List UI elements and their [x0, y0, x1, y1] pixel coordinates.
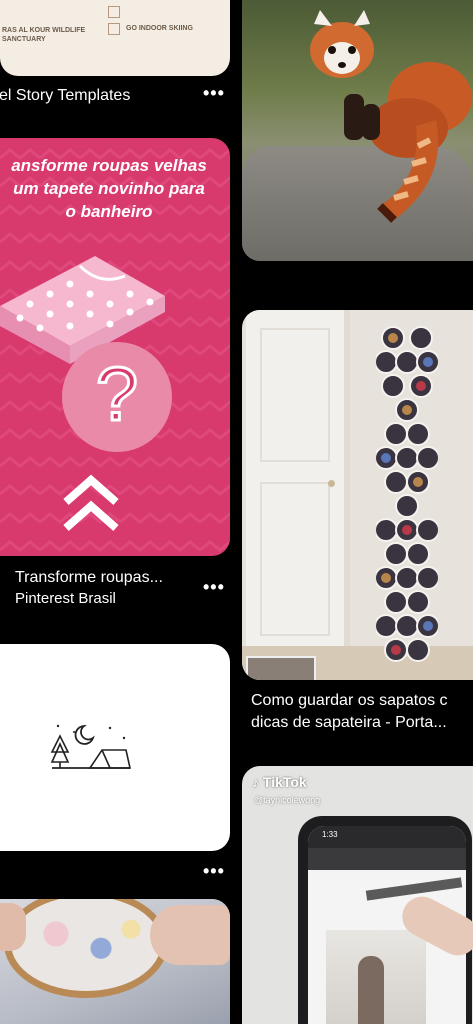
more-options-button[interactable]: ••• [203, 84, 225, 102]
phone-time: 1:33 [322, 830, 338, 839]
door-knob [328, 480, 335, 487]
pin-title[interactable]: Transforme roupas... [15, 567, 195, 588]
checkbox [108, 6, 120, 18]
pin-source[interactable]: Pinterest Brasil [15, 589, 116, 609]
door-panel [260, 328, 330, 462]
pin-red-panda[interactable] [242, 0, 473, 261]
checklist-text: RAS AL KOUR WILDLIFE SANCTUARY [2, 27, 86, 43]
tiktok-handle: @taynicolewong [254, 795, 321, 805]
hand [150, 905, 230, 965]
red-panda-photo [310, 10, 472, 223]
pin-title[interactable]: Como guardar os sapatos c dicas de sapat… [251, 690, 473, 734]
question-circle: ? [62, 342, 172, 452]
double-chevron-up-icon [63, 474, 119, 532]
checkbox [108, 23, 120, 35]
pin-tiktok-video[interactable]: ♪ TikTok @taynicolewong 1:33 [242, 766, 473, 1024]
shoe-organizer-photo [376, 326, 438, 662]
hand [0, 903, 26, 951]
tiktok-watermark: ♪ TikTok [252, 774, 307, 790]
checklist-item: GO INDOOR SKIING [126, 25, 193, 32]
pin-title[interactable]: el Story Templates [0, 85, 199, 106]
tiktok-icon: ♪ [252, 774, 259, 790]
pin-transforme-roupas[interactable]: ansforme roupas velhas um tapete novinho… [0, 138, 230, 556]
pin-embroidery-photo[interactable] [0, 899, 230, 1024]
rug [246, 656, 316, 680]
question-mark: ? [94, 351, 139, 439]
phone-app-bar [308, 848, 466, 870]
person [358, 956, 384, 1024]
pin-story-templates[interactable]: RAS AL KOUR WILDLIFE SANCTUARY GO INDOOR… [0, 0, 230, 76]
camping-night-icon [50, 724, 131, 769]
pin-shoe-organizer[interactable] [242, 310, 473, 680]
more-options-button[interactable]: ••• [203, 862, 225, 880]
pin-camping-icon[interactable] [0, 644, 230, 851]
more-options-button[interactable]: ••• [203, 578, 225, 596]
pin-overlay-text: ansforme roupas velhas um tapete novinho… [11, 156, 207, 221]
door-panel [260, 482, 330, 636]
